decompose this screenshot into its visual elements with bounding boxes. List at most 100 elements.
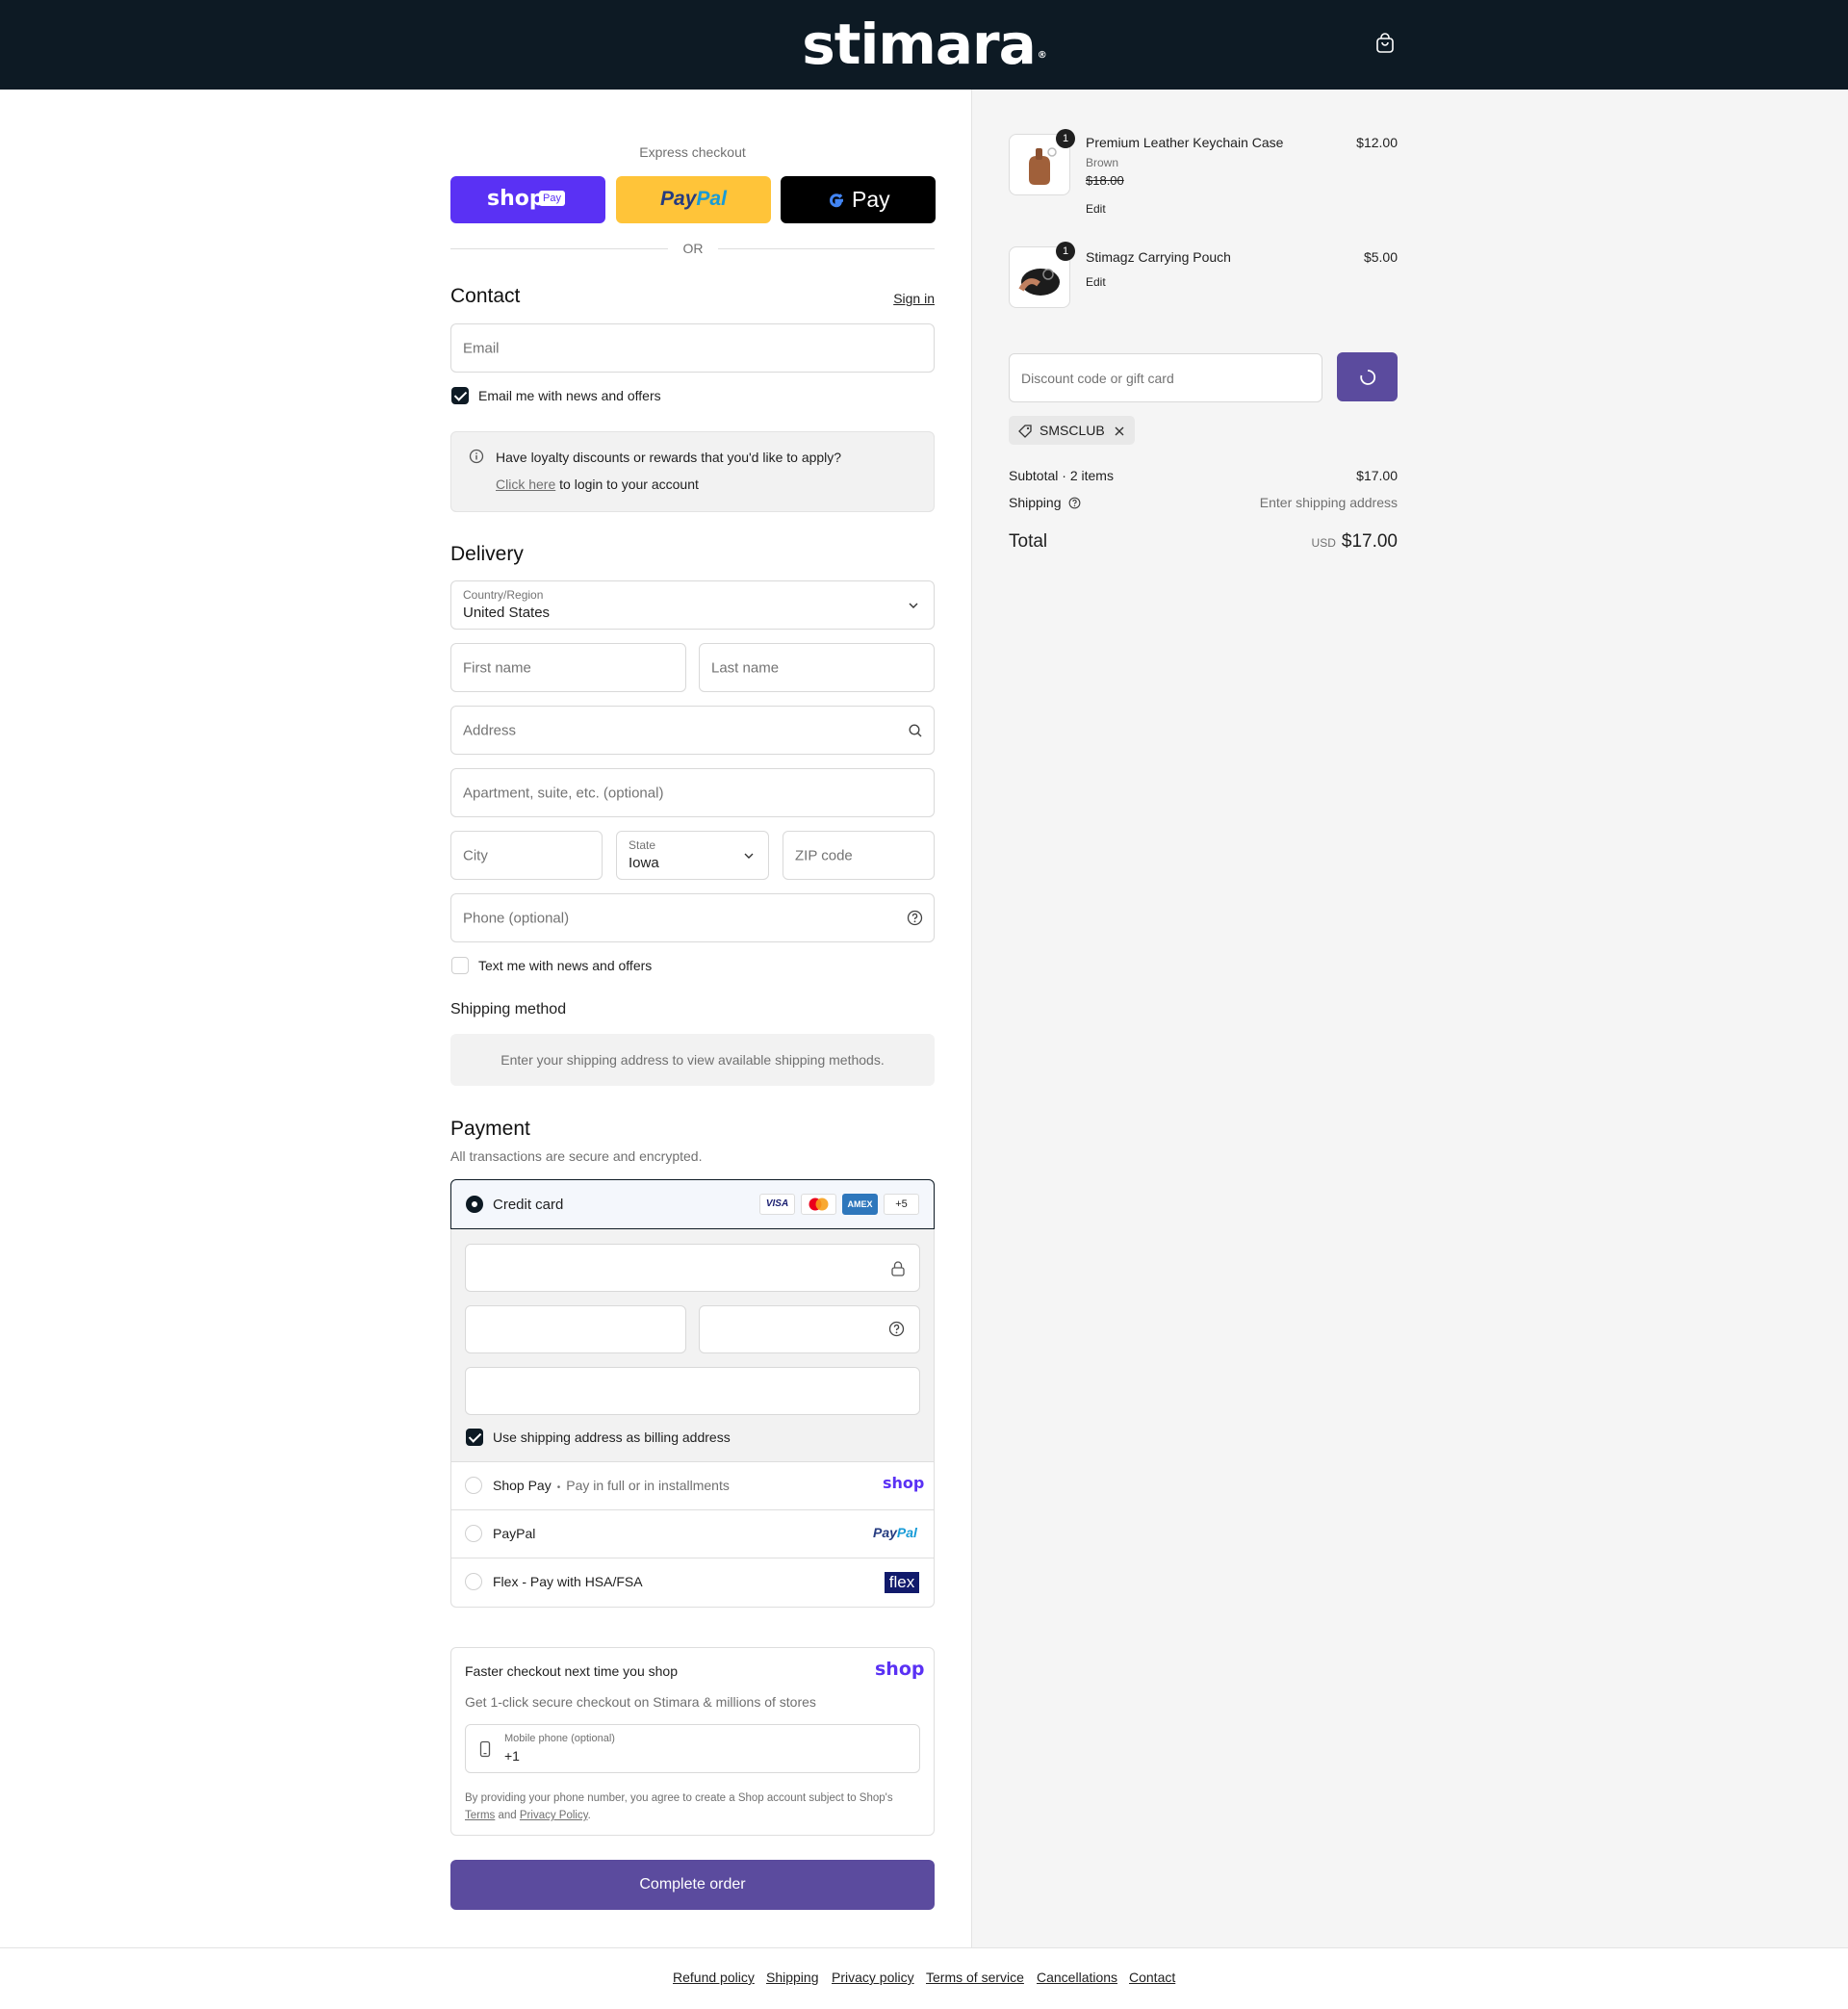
total-value: $17.00: [1341, 531, 1398, 552]
paypal-logo: PayPal: [873, 1525, 917, 1540]
country-label: Country/Region: [463, 588, 544, 602]
shipping-method-heading: Shipping method: [450, 1001, 567, 1017]
contact-link[interactable]: Contact: [1129, 1970, 1175, 1985]
paypal-wordmark: PayPal: [660, 188, 727, 210]
paypal-radio[interactable]: [465, 1525, 482, 1542]
brand-logo[interactable]: stimara ®: [799, 13, 1049, 75]
help-circle-icon[interactable]: [888, 1321, 905, 1337]
last-name-field[interactable]: Last name: [699, 643, 935, 692]
mobile-phone-field[interactable]: Mobile phone (optional) +1: [465, 1724, 920, 1773]
shop-logo: shop: [883, 1474, 925, 1492]
email-news-label: Email me with news and offers: [478, 388, 661, 403]
shopping-bag-icon[interactable]: [1374, 33, 1396, 54]
lock-icon: [891, 1261, 905, 1276]
chevron-down-icon: [909, 603, 918, 608]
item-price: $12.00: [1356, 135, 1398, 150]
shop-privacy-link[interactable]: Privacy Policy: [520, 1810, 588, 1821]
item-old-price: $18.00: [1086, 173, 1124, 188]
mobile-phone-icon: [479, 1740, 491, 1758]
shop-terms-link[interactable]: Terms: [465, 1810, 495, 1821]
expiry-field[interactable]: [465, 1305, 686, 1353]
or-separator: OR: [682, 241, 704, 256]
billing-same-label: Use shipping address as billing address: [493, 1429, 731, 1445]
item-edit-link[interactable]: Edit: [1086, 202, 1106, 216]
loyalty-click-here-link[interactable]: Click here: [496, 476, 555, 492]
country-select[interactable]: Country/Region United States: [450, 580, 935, 630]
apply-discount-button[interactable]: [1337, 352, 1398, 401]
flex-option-label: Flex - Pay with HSA/FSA: [493, 1574, 643, 1589]
credit-card-label: Credit card: [493, 1197, 564, 1213]
spinner-icon: [1360, 370, 1376, 385]
google-g-icon: [829, 193, 843, 208]
security-code-field[interactable]: [699, 1305, 920, 1353]
payment-subtitle: All transactions are secure and encrypte…: [450, 1148, 703, 1164]
address-field[interactable]: Address: [450, 706, 935, 755]
email-news-checkbox[interactable]: [451, 387, 469, 404]
flex-radio[interactable]: [465, 1573, 482, 1590]
divider-right: [718, 248, 935, 249]
shipping-value: Enter shipping address: [1259, 495, 1398, 510]
item-variant: Brown: [1086, 156, 1119, 169]
help-circle-icon[interactable]: [907, 910, 923, 926]
shop-pay-button[interactable]: shop Pay: [450, 176, 605, 223]
shop-pay-option[interactable]: Shop Pay • Pay in full or in installments …: [451, 1462, 934, 1509]
delivery-heading: Delivery: [450, 543, 524, 565]
terms-of-service-link[interactable]: Terms of service: [926, 1970, 1024, 1985]
top-header: stimara ®: [0, 0, 1848, 90]
state-value: Iowa: [629, 855, 659, 871]
state-select[interactable]: State Iowa: [616, 831, 769, 880]
shop-promo-subtitle: Get 1-click secure checkout on Stimara &…: [465, 1694, 816, 1710]
first-name-field[interactable]: First name: [450, 643, 686, 692]
credit-card-radio[interactable]: [466, 1196, 483, 1213]
applied-discount-tag: SMSCLUB: [1009, 416, 1135, 445]
zip-field[interactable]: ZIP code: [783, 831, 935, 880]
mobile-phone-label: Mobile phone (optional): [504, 1733, 615, 1744]
shop-pay-wordmark: shop: [487, 187, 545, 211]
quantity-badge: 1: [1056, 129, 1075, 148]
paypal-option[interactable]: PayPal PayPal: [451, 1510, 934, 1558]
divider-left: [450, 248, 668, 249]
quantity-badge: 1: [1056, 242, 1075, 261]
gpay-label: Pay: [852, 187, 890, 212]
info-icon: [469, 449, 484, 464]
name-on-card-field[interactable]: [465, 1367, 920, 1415]
privacy-policy-link[interactable]: Privacy policy: [832, 1970, 914, 1985]
contact-heading: Contact: [450, 285, 521, 307]
discount-code-field[interactable]: Discount code or gift card: [1009, 353, 1322, 402]
google-pay-button[interactable]: Pay: [781, 176, 936, 223]
apartment-field[interactable]: Apartment, suite, etc. (optional): [450, 768, 935, 817]
total-line: USD $17.00: [1205, 531, 1398, 553]
help-circle-icon[interactable]: [1068, 497, 1081, 509]
text-news-label: Text me with news and offers: [478, 958, 653, 973]
paypal-button[interactable]: PayPal: [616, 176, 771, 223]
cancellations-link[interactable]: Cancellations: [1037, 1970, 1117, 1985]
phone-field[interactable]: Phone (optional): [450, 893, 935, 942]
sign-in-link[interactable]: Sign in: [866, 291, 935, 306]
loyalty-text: Have loyalty discounts or rewards that y…: [496, 450, 842, 465]
shop-pay-badge: Pay: [539, 191, 565, 206]
loyalty-login-line: Click here to login to your account: [496, 476, 699, 492]
currency-code: USD: [1311, 536, 1336, 550]
shop-promo-logo: shop: [875, 1659, 925, 1680]
shipping-method-notice: Enter your shipping address to view avai…: [450, 1034, 935, 1086]
card-number-field[interactable]: [465, 1244, 920, 1292]
chevron-down-icon: [744, 853, 754, 859]
item-edit-link[interactable]: Edit: [1086, 275, 1106, 289]
refund-policy-link[interactable]: Refund policy: [673, 1970, 755, 1985]
applied-code: SMSCLUB: [1040, 423, 1105, 438]
flex-option[interactable]: Flex - Pay with HSA/FSA flex: [451, 1558, 934, 1607]
payment-heading: Payment: [450, 1118, 530, 1140]
state-label: State: [629, 838, 656, 852]
close-icon[interactable]: [1114, 425, 1125, 437]
text-news-checkbox[interactable]: [451, 957, 469, 974]
shop-pay-radio[interactable]: [465, 1477, 482, 1494]
billing-same-checkbox[interactable]: [466, 1429, 483, 1446]
email-field[interactable]: Email: [450, 323, 935, 373]
subtotal-label: Subtotal · 2 items: [1009, 468, 1114, 483]
complete-order-button[interactable]: Complete order: [450, 1860, 935, 1910]
visa-icon: VISA: [759, 1194, 795, 1215]
express-checkout-title: Express checkout: [639, 144, 746, 160]
city-field[interactable]: City: [450, 831, 603, 880]
footer-divider: [0, 1947, 1848, 1948]
shipping-link[interactable]: Shipping: [766, 1970, 819, 1985]
